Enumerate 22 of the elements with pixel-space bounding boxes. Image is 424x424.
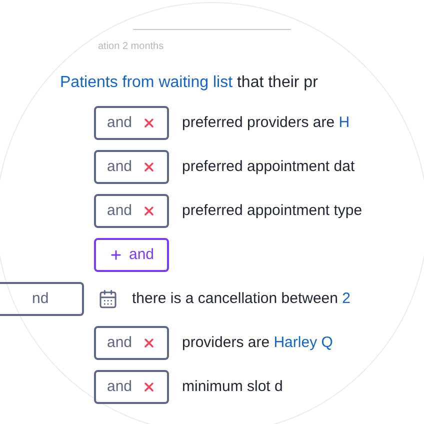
condition-text: minimum slot d <box>182 376 283 397</box>
condition-text: preferred providers are H <box>182 112 350 133</box>
operator-button[interactable]: nd <box>0 282 84 316</box>
remove-icon[interactable] <box>142 116 156 130</box>
remove-icon[interactable] <box>142 336 156 350</box>
condition-text: preferred appointment dat <box>182 156 355 177</box>
plus-icon <box>108 248 123 262</box>
condition-text: there is a cancellation between 2 <box>132 288 350 309</box>
duration-caption: ation 2 months <box>97 40 165 54</box>
and-operator-button[interactable]: and <box>94 194 169 228</box>
and-operator-button[interactable]: and <box>94 326 169 360</box>
and-operator-button[interactable]: and <box>94 150 169 184</box>
and-operator-button[interactable]: and <box>94 370 169 404</box>
add-and-button[interactable]: and <box>94 238 169 272</box>
rule-sentence: Patients from waiting list that their pr <box>59 73 319 93</box>
condition-text: providers are Harley Q <box>182 332 333 353</box>
calendar-icon <box>98 289 118 309</box>
and-operator-button[interactable]: and <box>94 106 169 140</box>
remove-icon[interactable] <box>142 204 156 218</box>
remove-icon[interactable] <box>142 160 156 174</box>
condition-text: preferred appointment type <box>182 200 362 221</box>
remove-icon[interactable] <box>142 380 156 394</box>
